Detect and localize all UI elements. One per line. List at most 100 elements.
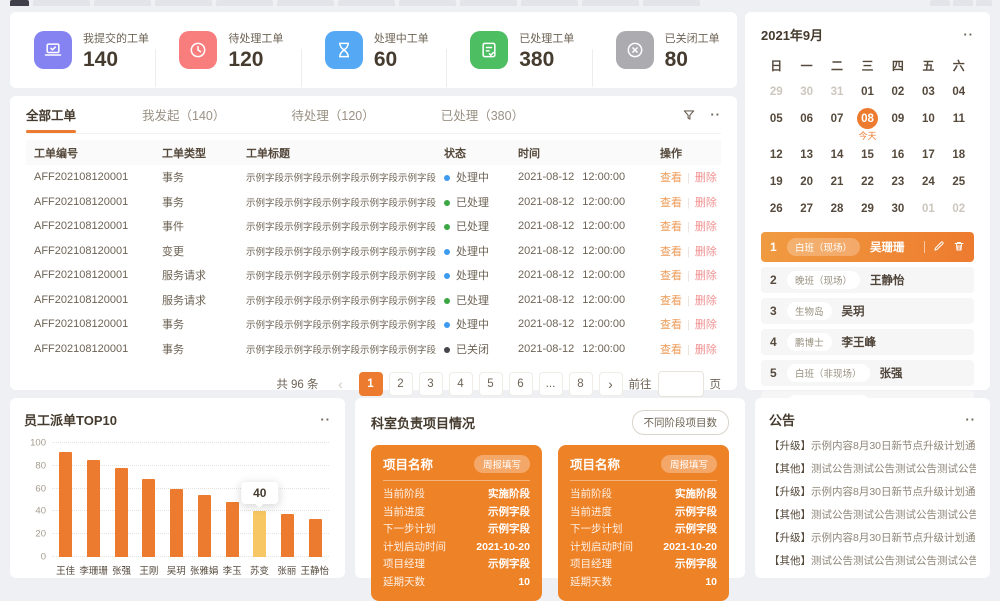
page-button-2[interactable]: 2	[389, 372, 413, 396]
goto-page-input[interactable]	[658, 371, 704, 397]
bar-张强[interactable]	[115, 468, 128, 557]
page-button-1[interactable]: 1	[359, 372, 383, 396]
calendar-day[interactable]: 04	[944, 78, 974, 105]
page-button-...[interactable]: ...	[539, 372, 563, 396]
top-tab[interactable]	[338, 0, 395, 6]
calendar-day[interactable]: 28	[822, 195, 852, 222]
calendar-day[interactable]: 02	[883, 78, 913, 105]
announcement-item[interactable]: 【升级】示例内容8月30日新节点升级计划通知	[769, 527, 976, 550]
stage-count-button[interactable]: 不同阶段项目数	[632, 410, 730, 435]
calendar-day[interactable]: 17	[913, 141, 943, 168]
page-button-8[interactable]: 8	[569, 372, 593, 396]
top-tab[interactable]	[399, 0, 456, 6]
shift-row-2[interactable]: 2晚班（现场）王静怡	[761, 267, 974, 293]
calendar-day[interactable]: 31	[822, 78, 852, 105]
calendar-day[interactable]: 30	[791, 78, 821, 105]
bar-王静怡[interactable]	[309, 519, 322, 557]
calendar-day[interactable]: 12	[761, 141, 791, 168]
calendar-day[interactable]: 16	[883, 141, 913, 168]
announcements-more-icon[interactable]: ··	[965, 412, 976, 427]
top-tab[interactable]	[33, 0, 90, 6]
calendar-day[interactable]: 29	[761, 78, 791, 105]
top-tab[interactable]	[953, 0, 973, 6]
calendar-day[interactable]: 22	[852, 168, 882, 195]
bar-王刚[interactable]	[142, 479, 155, 557]
calendar-day[interactable]: 19	[761, 168, 791, 195]
delete-link[interactable]: 删除	[695, 295, 717, 307]
chart-more-icon[interactable]: ··	[320, 412, 331, 427]
calendar-day[interactable]: 21	[822, 168, 852, 195]
view-link[interactable]: 查看	[660, 344, 682, 356]
announcement-item[interactable]: 【其他】测试公告测试公告测试公告测试公告测试公告	[769, 504, 976, 527]
calendar-day[interactable]: 09	[883, 105, 913, 132]
tab-strip[interactable]	[0, 0, 1000, 7]
bar-张雅娟[interactable]	[198, 495, 211, 557]
calendar-day[interactable]: 23	[883, 168, 913, 195]
calendar-day[interactable]: 02	[944, 195, 974, 222]
view-link[interactable]: 查看	[660, 270, 682, 282]
view-link[interactable]: 查看	[660, 172, 682, 184]
calendar-day[interactable]: 07	[822, 105, 852, 132]
page-button-3[interactable]: 3	[419, 372, 443, 396]
top-tab[interactable]	[277, 0, 334, 6]
weekly-report-button[interactable]: 周报填写	[474, 455, 530, 473]
delete-link[interactable]: 删除	[695, 270, 717, 282]
page-button-4[interactable]: 4	[449, 372, 473, 396]
announcement-item[interactable]: 【升级】示例内容8月30日新节点升级计划通知	[769, 435, 976, 458]
calendar-day-today[interactable]: 08今天	[852, 105, 882, 132]
calendar-day[interactable]: 11	[944, 105, 974, 132]
prev-page-button[interactable]: ‹	[329, 372, 353, 396]
bar-苏变[interactable]	[253, 511, 266, 557]
calendar-day[interactable]: 01	[852, 78, 882, 105]
calendar-day[interactable]: 27	[791, 195, 821, 222]
bar-李玉[interactable]	[226, 502, 239, 557]
tab-待处理（120）[interactable]: 待处理（120）	[291, 96, 374, 133]
announcement-item[interactable]: 【其他】测试公告测试公告测试公告测试公告测试公告	[769, 550, 976, 573]
top-tab[interactable]	[643, 0, 700, 6]
delete-link[interactable]: 删除	[695, 221, 717, 233]
calendar-day[interactable]: 03	[913, 78, 943, 105]
shift-row-1[interactable]: 1白班（现场）吴珊珊	[761, 232, 974, 262]
tab-已处理（380）[interactable]: 已处理（380）	[441, 96, 524, 133]
tab-我发起（140）[interactable]: 我发起（140）	[142, 96, 225, 133]
top-tab[interactable]	[10, 0, 29, 6]
top-tab[interactable]	[582, 0, 639, 6]
announcement-item[interactable]: 【升级】示例内容8月30日新节点升级计划通知	[769, 481, 976, 504]
top-tab[interactable]	[521, 0, 578, 6]
table-more-icon[interactable]: ··	[710, 107, 721, 122]
delete-link[interactable]: 删除	[695, 319, 717, 331]
weekly-report-button[interactable]: 周报填写	[661, 455, 717, 473]
view-link[interactable]: 查看	[660, 246, 682, 258]
trash-icon[interactable]	[953, 240, 965, 255]
calendar-day[interactable]: 26	[761, 195, 791, 222]
calendar-day[interactable]: 20	[791, 168, 821, 195]
top-tab[interactable]	[155, 0, 212, 6]
calendar-day[interactable]: 30	[883, 195, 913, 222]
shift-row-4[interactable]: 4鹏博士李王峰	[761, 329, 974, 355]
calendar-day[interactable]: 01	[913, 195, 943, 222]
top-tab[interactable]	[976, 0, 992, 6]
delete-link[interactable]: 删除	[695, 246, 717, 258]
bar-吴玥[interactable]	[170, 489, 183, 557]
view-link[interactable]: 查看	[660, 295, 682, 307]
bar-张丽[interactable]	[281, 514, 294, 557]
calendar-day[interactable]: 05	[761, 105, 791, 132]
delete-link[interactable]: 删除	[695, 197, 717, 209]
delete-link[interactable]: 删除	[695, 344, 717, 356]
calendar-day[interactable]: 14	[822, 141, 852, 168]
top-tab[interactable]	[930, 0, 950, 6]
calendar-more-icon[interactable]: ··	[963, 27, 974, 42]
calendar-day[interactable]: 29	[852, 195, 882, 222]
top-tab[interactable]	[460, 0, 517, 6]
tab-全部工单[interactable]: 全部工单	[26, 96, 76, 133]
view-link[interactable]: 查看	[660, 197, 682, 209]
view-link[interactable]: 查看	[660, 319, 682, 331]
calendar-day[interactable]: 25	[944, 168, 974, 195]
filter-icon[interactable]	[682, 108, 696, 122]
page-button-6[interactable]: 6	[509, 372, 533, 396]
delete-link[interactable]: 删除	[695, 172, 717, 184]
top-tab[interactable]	[216, 0, 273, 6]
top-tab[interactable]	[94, 0, 151, 6]
bar-李珊珊[interactable]	[87, 460, 100, 557]
edit-icon[interactable]	[933, 240, 945, 255]
